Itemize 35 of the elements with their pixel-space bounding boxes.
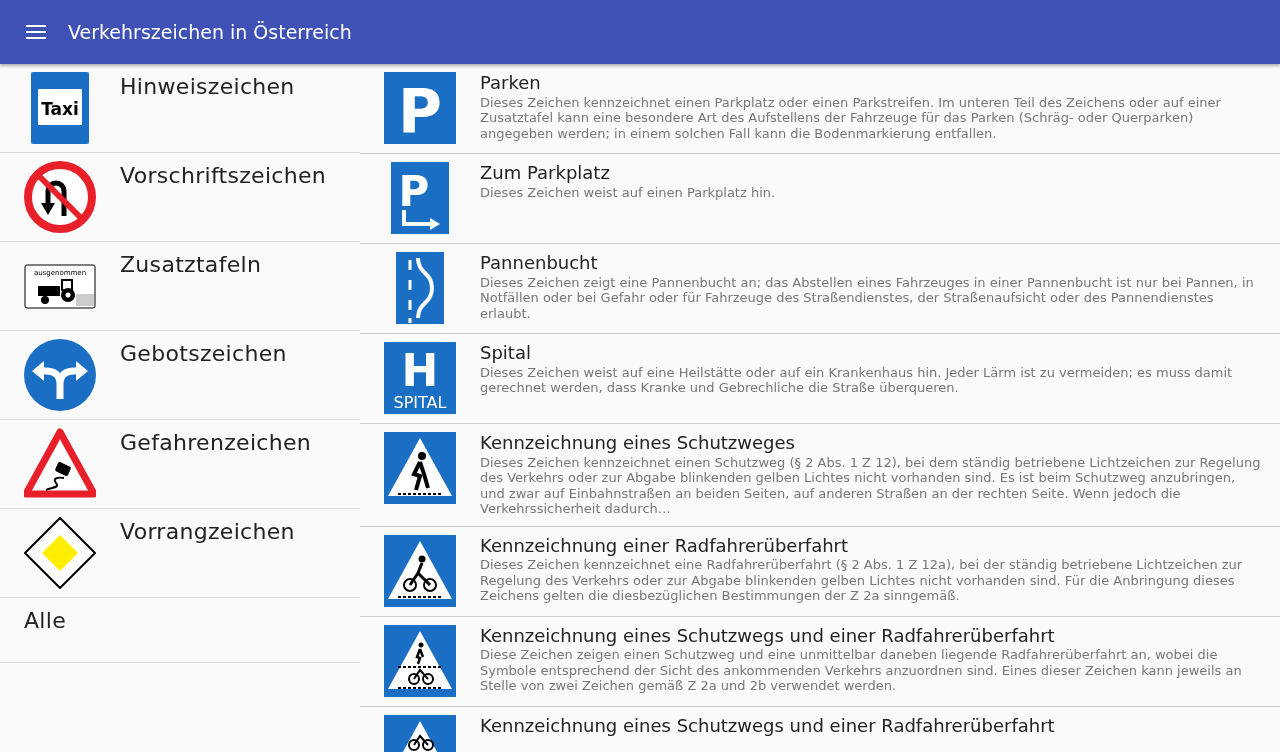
sign-description: Dieses Zeichen kennzeichnet einen Schutzweg (§ 2 Abs. 1 Z 12), bei dem ständig betriebene Lichtzeichen zur Regelung des Verkehrs oder zur Abgabe blinkenden gelben Lichtes nicht vorhanden sind. Es ist beim Schutzweg anzubringen, und zwar auf Einbahnstraßen an beiden Seiten, auf anderen Straßen an der rechten Seite. Wenn jedoch die Verkehrssicherheit dadurch… xyxy=(480,454,1262,517)
sign-description: Diese Zeichen zeigen einen Schutzweg und eine unmittelbar daneben liegende Radfahrerüberfahrt an, wobei die Symbole entsprechend der Sicht des ankommenden Verkehrs anzuordnen sind. Eines dieser Zeichen kann jeweils an Stelle von zwei Zeichen gemäß Z 2a und 2b verwendet werden. xyxy=(480,647,1243,694)
sign-title: Parken xyxy=(480,72,542,95)
sign-list-item[interactable]: P Zum Parkplatz Dieses Zeichen weist auf einen Parkplatz hin. xyxy=(360,154,1280,244)
sign-title: Kennzeichnung eines Schutzwegs und einer Radfahrerüberfahrt xyxy=(480,714,1056,737)
sign-list-item[interactable]: H SPITAL Spital Dieses Zeichen weist auf eine Heilstätte oder auf ein Krankenhaus hin. Jeder Lärm ist zu vermeiden; es muss damit gerechnet werden, dass Kranke und Gebrechliche die Straße überqueren. xyxy=(360,334,1280,424)
category-item[interactable]: Alle xyxy=(0,598,360,663)
priority-sign-icon xyxy=(24,517,96,589)
sign-title: Kennzeichnung eines Schutzwegs und einer Radfahrerüberfahrt xyxy=(480,624,1056,647)
sign-title: Zum Parkplatz xyxy=(480,162,611,185)
fork-arrows-sign-icon xyxy=(24,339,96,411)
sign-description: Dieses Zeichen kennzeichnet eine Radfahrerüberfahrt (§ 2 Abs. 1 Z 12a), bei der ständig betriebene Lichtzeichen zur Regelung des Verkehrs oder zur Abgabe blinkenden gelben Lichtes nicht vorhanden sind. Für die Anbringung dieses Zeichens gelten die diesbezüglichen Bestimmungen der Z 2a sinngemäß. xyxy=(480,557,1244,604)
sign-description: Dieses Zeichen weist auf eine Heilstätte oder auf ein Krankenhaus hin. Jeder Lärm ist zu vermeiden; es muss damit gerechnet werden, dass Kranke und Gebrechliche die Straße überqueren. xyxy=(480,364,1234,396)
sign-description: Dieses Zeichen weist auf einen Parkplatz hin. xyxy=(480,184,777,200)
no-u-turn-sign-icon xyxy=(24,161,96,233)
sign-description: Dieses Zeichen kennzeichnet einen Parkplatz oder einen Parkstreifen. Im unteren Teil des Zeichens oder auf einer Zusatztafel kann eine besondere Art des Aufstellens der Fahrzeuge für das Parken (Schräg- oder Querparken) angegeben werden; in einem solchen Fall kann die Bodenmarkierung entfallen. xyxy=(480,94,1222,141)
sign-title: Spital xyxy=(480,342,532,365)
sign-title: Kennzeichnung einer Radfahrerüberfahrt xyxy=(480,534,850,557)
sign-description: Dieses Zeichen zeigt eine Pannenbucht an; das Abstellen eines Fahrzeuges in einer Pannenbucht ist nur bei Pannen, in Notfällen oder bei Gefahr oder für Fahrzeuge des Straßendienstes, der Straßenaufsicht oder des Pannendienstes erlaubt. xyxy=(480,274,1255,321)
sign-title: Pannenbucht xyxy=(480,252,599,275)
category-item[interactable]: Vorrangzeichen xyxy=(0,509,360,598)
sign-title: Kennzeichnung eines Schutzweges xyxy=(480,432,796,455)
category-item[interactable]: Gebotszeichen xyxy=(0,331,360,420)
category-item[interactable]: Taxi Hinweiszeichen xyxy=(0,64,360,153)
crosswalk-bike-sign-icon xyxy=(384,624,456,697)
skid-sign-icon xyxy=(24,428,96,500)
crosswalk-sign-icon xyxy=(384,432,456,504)
hospital-sign-icon: H SPITAL xyxy=(384,342,456,414)
app-title: Verkehrszeichen in Österreich xyxy=(68,19,352,45)
sign-list-item[interactable]: Kennzeichnung eines Schutzwegs und einer Radfahrerüberfahrt xyxy=(360,706,1280,752)
menu-icon xyxy=(26,25,46,39)
bike-crossing-sign-icon xyxy=(384,534,456,607)
category-item[interactable]: Vorschriftszeichen xyxy=(0,153,360,242)
parking-sign-icon: P xyxy=(384,72,456,144)
category-item[interactable]: Gefahrenzeichen xyxy=(0,420,360,509)
